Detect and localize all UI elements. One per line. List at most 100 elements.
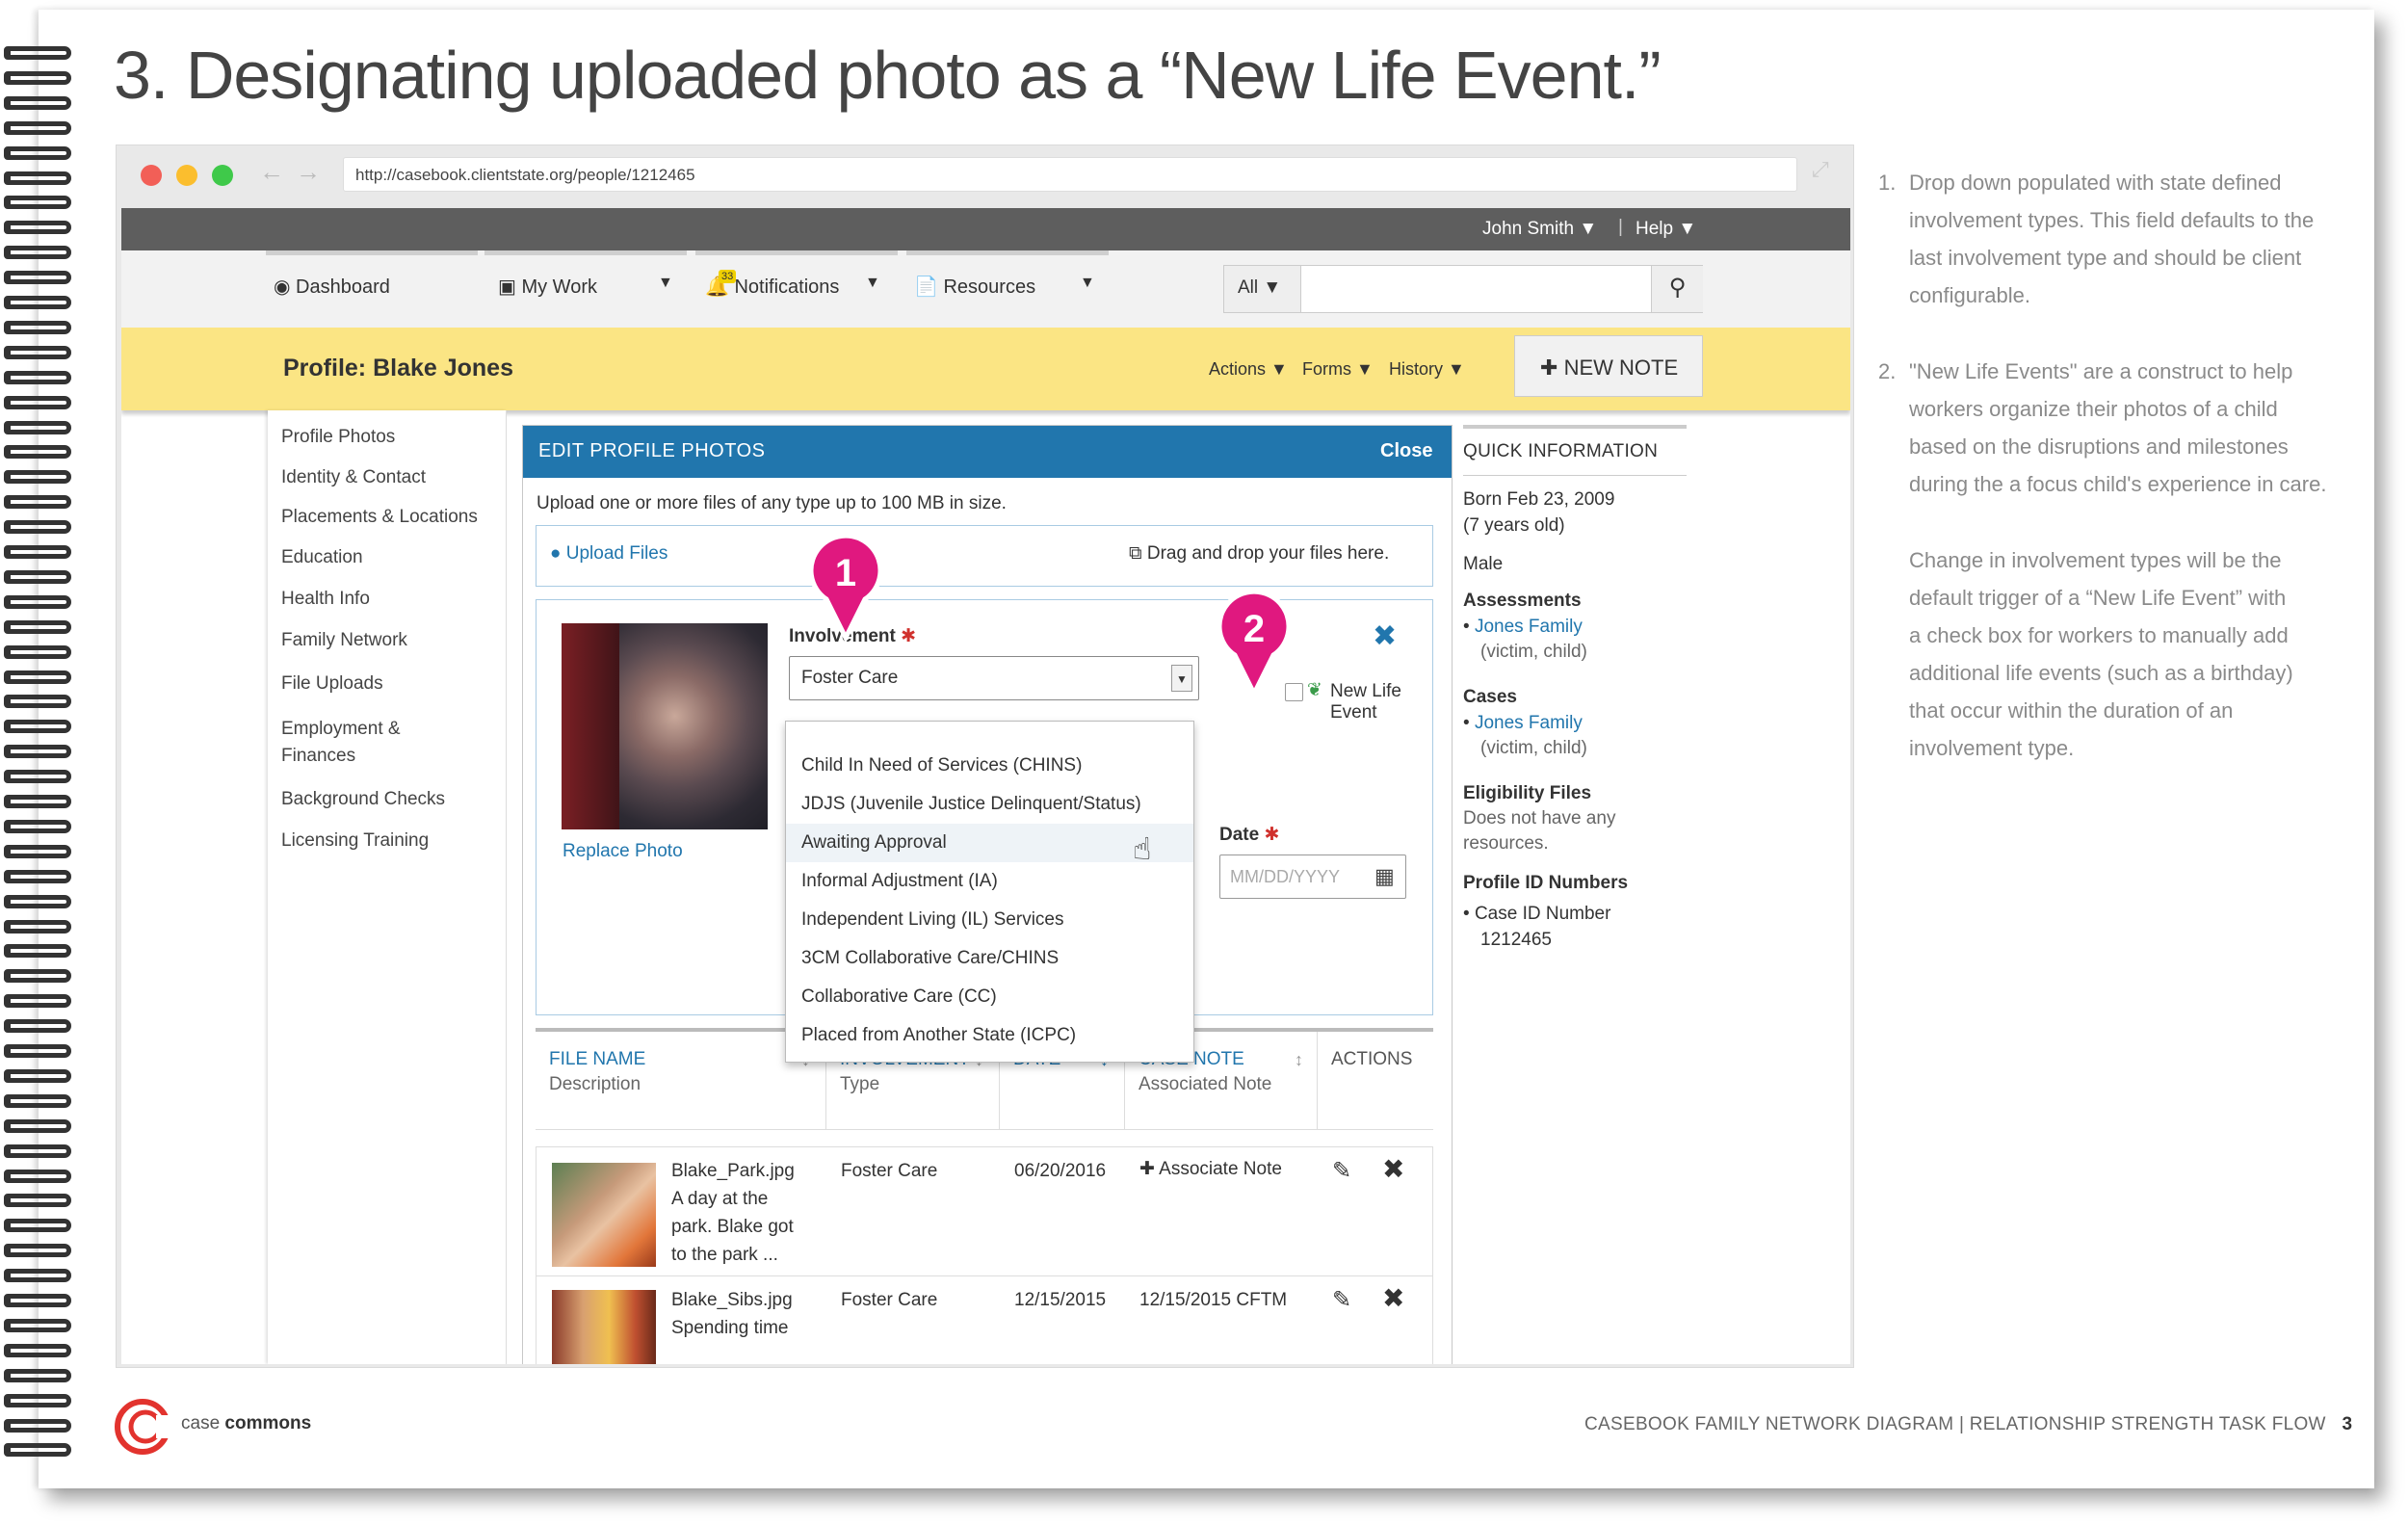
profile-title: Profile: Blake Jones [283, 355, 513, 381]
close-window-dot[interactable] [141, 165, 162, 186]
sidebar-item[interactable]: Background Checks [281, 786, 445, 813]
close-button[interactable]: Close [1380, 440, 1432, 462]
spiral-coil [4, 1294, 71, 1307]
sidebar-item[interactable]: Profile Photos [281, 424, 395, 451]
note-line: that occur within the duration of an [1909, 698, 2234, 723]
required-asterisk-icon: ✱ [1264, 825, 1280, 845]
back-arrow-icon[interactable]: ← [259, 157, 284, 187]
sidebar-item[interactable]: Education [281, 544, 363, 571]
minimize-window-dot[interactable] [176, 165, 197, 186]
sidebar-item[interactable]: Identity & Contact [281, 464, 426, 491]
file-thumbnail [552, 1290, 656, 1364]
search-scope-select[interactable]: All ▼ [1224, 266, 1301, 312]
involvement-select[interactable]: Foster Care ▼ [789, 656, 1199, 700]
dropdown-option[interactable]: 3CM Collaborative Care/CHINS [786, 939, 1193, 978]
case-note-link[interactable]: 12/15/2015 CFTM [1139, 1286, 1287, 1314]
spiral-binding [0, 39, 87, 1464]
spiral-coil [4, 95, 71, 110]
inbox-icon: ▣ [498, 276, 516, 298]
dropdown-option[interactable]: Placed from Another State (ICPC) [786, 1016, 1193, 1055]
dropdown-option[interactable]: Child In Need of Services (CHINS) [786, 747, 1193, 785]
leaf-icon: ❦ [1307, 680, 1322, 700]
dropdown-option[interactable]: Informal Adjustment (IA) [786, 862, 1193, 901]
dropdown-option[interactable]: JDJS (Juvenile Justice Delinquent/Status… [786, 785, 1193, 824]
maximize-window-dot[interactable] [212, 165, 233, 186]
associate-note-link[interactable]: ✚ Associate Note [1139, 1155, 1282, 1183]
upload-files-link[interactable]: ● Upload Files [550, 543, 667, 565]
help-menu[interactable]: Help ▼ [1636, 219, 1696, 240]
sidebar-item[interactable]: Licensing Training [281, 828, 429, 855]
chevron-down-icon[interactable]: ▼ [1171, 665, 1192, 692]
forward-arrow-icon[interactable]: → [296, 157, 321, 187]
table-row: Blake_Park.jpg A day at the park. Blake … [537, 1147, 1432, 1276]
new-note-button[interactable]: ✚ NEW NOTE [1514, 335, 1703, 397]
spiral-coil [4, 819, 71, 833]
table-row: Blake_Sibs.jpg Spending time Foster Care… [537, 1276, 1432, 1364]
calendar-icon[interactable]: ▦ [1374, 864, 1395, 889]
sort-icon[interactable]: ↕ [1295, 1047, 1303, 1072]
file-name-link[interactable]: Blake_Sibs.jpg [671, 1286, 793, 1314]
edit-pencil-icon[interactable]: ✎ [1332, 1286, 1351, 1314]
note-line: during the a focus child's experience in… [1909, 472, 2327, 496]
dropdown-option[interactable]: Independent Living (IL) Services [786, 901, 1193, 939]
file-description: to the park ... [671, 1241, 778, 1269]
history-menu[interactable]: History ▼ [1389, 359, 1465, 380]
file-thumbnail [552, 1163, 656, 1267]
file-name-link[interactable]: Blake_Park.jpg [671, 1157, 795, 1185]
delete-icon[interactable]: ✖ [1382, 1155, 1404, 1183]
sidebar-item[interactable]: Finances [281, 743, 355, 770]
sidebar-item[interactable]: Health Info [281, 586, 370, 613]
edit-pencil-icon[interactable]: ✎ [1332, 1157, 1351, 1185]
user-name: John Smith [1482, 219, 1575, 239]
case-link[interactable]: Jones Family [1475, 713, 1583, 733]
note-line: last involvement type and should be clie… [1909, 246, 2302, 270]
new-note-label: NEW NOTE [1563, 355, 1679, 380]
sidebar-item[interactable]: Family Network [281, 627, 407, 654]
caret-down-icon[interactable]: ▼ [865, 275, 880, 292]
forms-menu[interactable]: Forms ▼ [1302, 359, 1374, 380]
nav-dashboard[interactable]: ◉ Dashboard [266, 250, 478, 328]
date-input[interactable]: MM/DD/YYYY ▦ [1219, 855, 1406, 899]
nav-label: My Work [521, 276, 597, 298]
caret-down-icon[interactable]: ▼ [658, 275, 673, 292]
note-line: additional life events (such as a birthd… [1909, 661, 2293, 685]
page-title: 3. Designating uploaded photo as a “New … [114, 38, 1662, 113]
delete-icon[interactable]: ✖ [1382, 1284, 1404, 1312]
actions-menu[interactable]: Actions ▼ [1209, 359, 1288, 380]
involvement-type: Foster Care [841, 1290, 938, 1310]
spiral-coil [4, 1343, 71, 1357]
search-input[interactable] [1303, 270, 1650, 308]
spiral-coil [4, 670, 71, 684]
user-menu[interactable]: John Smith ▼ [1482, 219, 1597, 240]
spiral-coil [4, 1093, 71, 1108]
caret-down-icon: ▼ [1579, 219, 1598, 239]
address-bar[interactable]: http://casebook.clientstate.org/people/1… [343, 157, 1797, 192]
nav-my-work[interactable]: ▣ My Work ▼ [484, 250, 687, 328]
dropdown-option[interactable]: Collaborative Care (CC) [786, 978, 1193, 1016]
footer-caption: CASEBOOK FAMILY NETWORK DIAGRAM | RELATI… [1584, 1414, 2352, 1435]
replace-photo-link[interactable]: Replace Photo [563, 841, 683, 862]
profile-bar: Profile: Blake Jones Actions ▼ Forms ▼ H… [121, 328, 1850, 410]
nav-notifications[interactable]: 🔔 33 Notifications ▼ [695, 250, 898, 328]
sidebar-item[interactable]: File Uploads [281, 670, 383, 697]
note-line: a check box for workers to manually add [1909, 623, 2289, 647]
col-file-name[interactable]: FILE NAMEDescription↕ [536, 1032, 826, 1129]
col-actions: ACTIONS [1318, 1032, 1433, 1129]
note-line: involvement type. [1909, 736, 2075, 760]
fullscreen-icon[interactable]: ⤢ [1812, 157, 1829, 182]
case-item: • Jones Family [1463, 713, 1583, 733]
search-icon[interactable]: ⚲ [1651, 266, 1703, 312]
spiral-coil [4, 1368, 71, 1382]
caret-down-icon[interactable]: ▼ [1080, 275, 1095, 292]
dashboard-icon: ◉ [274, 276, 291, 298]
sidebar-item[interactable]: Placements & Locations [281, 504, 478, 531]
remove-photo-icon[interactable]: ✖ [1373, 619, 1397, 653]
assessment-link[interactable]: Jones Family [1475, 617, 1583, 637]
spiral-coil [4, 46, 71, 60]
spiral-coil [4, 296, 71, 309]
plus-icon: ✚ [1540, 355, 1558, 380]
sidebar-item[interactable]: Employment & [281, 716, 401, 743]
search-group: All ▼ ⚲ [1223, 265, 1703, 313]
upload-dropzone[interactable]: ● Upload Files ⧉ Drag and drop your file… [536, 525, 1433, 587]
nav-resources[interactable]: 📄 Resources ▼ [906, 250, 1109, 328]
